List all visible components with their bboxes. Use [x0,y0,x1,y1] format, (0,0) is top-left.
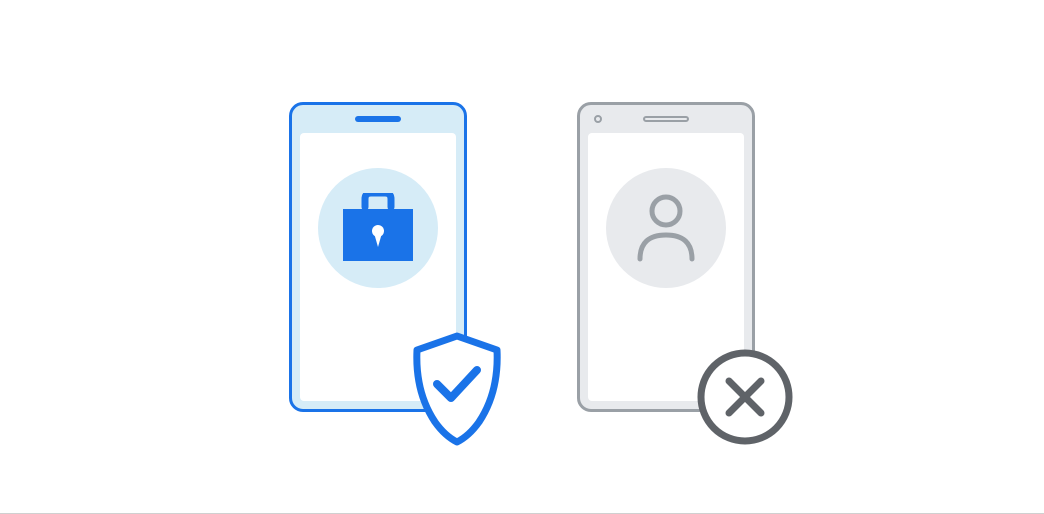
work-phone-top-bar [292,105,464,133]
personal-phone-camera [594,115,602,123]
personal-phone-top-bar [580,105,752,133]
shield-check-icon [407,332,507,447]
briefcase-lock-icon [339,193,417,263]
work-device-group [289,102,467,412]
work-icon-circle [318,168,438,288]
comparison-diagram [0,0,1044,514]
circle-x-badge [695,347,795,452]
shield-check-badge [407,332,507,452]
personal-device-group [577,102,755,412]
personal-phone-speaker [643,116,689,122]
person-icon [634,193,698,263]
personal-icon-circle [606,168,726,288]
work-phone-speaker [355,116,401,122]
circle-x-icon [695,347,795,447]
